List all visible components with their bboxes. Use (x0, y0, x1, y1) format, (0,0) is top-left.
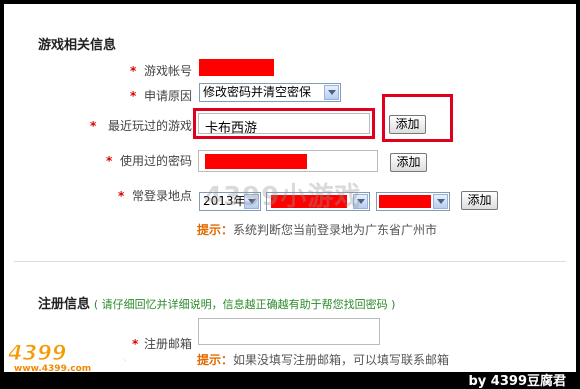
recent-game-label: 最近玩过的游戏 (107, 119, 192, 133)
recent-game-input[interactable]: 卡布西游 (198, 113, 370, 136)
add-location-button[interactable]: 添加 (461, 191, 498, 210)
tip-label: 提示： (197, 223, 234, 237)
section-title-register: 注册信息 (38, 297, 91, 312)
location-label: 常登录地点 (131, 189, 192, 203)
password-redacted (205, 154, 307, 169)
section-divider (14, 261, 566, 262)
chevron-down-icon (433, 194, 448, 209)
reason-label: 申请原因 (143, 89, 192, 103)
section-title-game: 游戏相关信息 (38, 38, 117, 53)
location-tip: 提示：系统判断您当前登录地为广东省广州市 (197, 221, 437, 238)
tip-label: 提示： (197, 353, 234, 367)
add-recent-game-button[interactable]: 添加 (389, 115, 426, 134)
add-password-button[interactable]: 添加 (390, 153, 427, 172)
register-note: ( 请仔细回忆并详细说明，信息越正确越有助于帮您找回密码 ) (93, 298, 396, 311)
account-field-redacted[interactable] (199, 59, 274, 76)
city-select[interactable] (376, 192, 450, 211)
center-watermark: 4399小游戏 (204, 182, 362, 212)
password-label: 使用过的密码 (119, 154, 192, 168)
logo-text: 4399小游戏 (8, 341, 130, 365)
password-input[interactable] (198, 150, 378, 172)
tip-text: 系统判断您当前登录地为广东省广州市 (233, 223, 438, 237)
email-input[interactable] (198, 318, 380, 345)
city-redacted (379, 195, 431, 208)
account-label: 游戏帐号 (143, 64, 192, 78)
email-tip: 提示：如果没填写注册邮箱，可以填写联系邮箱 (197, 351, 449, 368)
reason-select-value: 修改密码并清空密保 (203, 85, 312, 99)
register-header: 注册信息 ( 请仔细回忆并详细说明，信息越正确越有助于帮您找回密码 ) (38, 293, 395, 312)
tip-text: 如果没填写注册邮箱，可以填写联系邮箱 (233, 353, 450, 367)
chevron-down-icon (324, 85, 339, 100)
logo-url: www.4399.com (14, 364, 92, 372)
credit-text: by 4399豆腐君 (468, 374, 567, 389)
form-panel: 游戏相关信息 * 游戏帐号 * 申请原因 修改密码并清空密保 * 最近玩过的游戏… (4, 4, 576, 372)
logo-watermark: 4399小游戏 www.4399.com (8, 341, 148, 373)
reason-select[interactable]: 修改密码并清空密保 (199, 83, 341, 102)
